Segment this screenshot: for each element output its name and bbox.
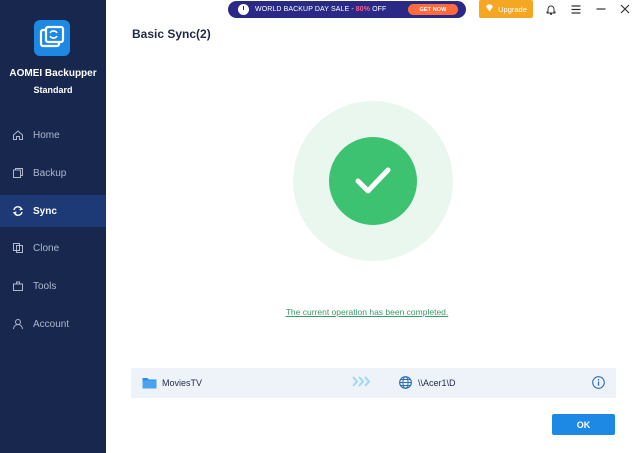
sync-icon	[12, 205, 24, 217]
diamond-icon	[485, 4, 494, 14]
app-edition: Standard	[33, 85, 73, 95]
promo-text: WORLD BACKUP DAY SALE -	[255, 6, 354, 13]
sidebar-item-label: Sync	[33, 205, 57, 217]
promo-text-end: OFF	[372, 6, 387, 13]
sidebar-item-label: Account	[33, 318, 70, 330]
account-icon	[12, 318, 24, 330]
promo-banner[interactable]: WORLD BACKUP DAY SALE - 80% OFF GET NOW	[228, 1, 466, 18]
clock-icon	[238, 4, 249, 15]
upgrade-label: Upgrade	[498, 4, 527, 14]
info-icon[interactable]	[592, 376, 605, 394]
sidebar-item-label: Backup	[33, 167, 67, 179]
sidebar-item-label: Tools	[33, 280, 57, 292]
promo-discount: 80%	[355, 6, 371, 13]
home-icon	[12, 129, 24, 141]
direction-arrows-icon	[352, 376, 372, 390]
sidebar-item-label: Clone	[33, 242, 60, 254]
close-icon[interactable]	[619, 3, 631, 15]
sidebar-item-clone[interactable]: Clone	[0, 232, 106, 264]
app-name: AOMEI Backupper	[9, 68, 97, 79]
sidebar-item-account[interactable]: Account	[0, 308, 106, 340]
menu-icon[interactable]	[570, 3, 582, 15]
tools-icon	[12, 280, 24, 292]
ok-button[interactable]: OK	[552, 414, 615, 435]
page-title: Basic Sync(2)	[132, 27, 211, 41]
backup-icon	[12, 167, 24, 179]
sidebar-item-sync[interactable]: Sync	[0, 195, 106, 227]
sidebar-item-backup[interactable]: Backup	[0, 157, 106, 189]
sync-destination: \\Acer1\D	[418, 378, 456, 388]
sidebar-item-label: Home	[33, 129, 60, 141]
status-message[interactable]: The current operation has been completed…	[240, 307, 494, 317]
app-logo	[34, 20, 70, 56]
minimize-icon[interactable]	[595, 3, 607, 15]
bell-icon[interactable]	[545, 3, 557, 15]
folder-icon	[142, 376, 157, 394]
clone-icon	[12, 242, 24, 254]
sidebar-item-tools[interactable]: Tools	[0, 270, 106, 302]
upgrade-button[interactable]: Upgrade	[479, 0, 533, 18]
network-globe-icon	[399, 376, 412, 394]
sync-source: MoviesTV	[162, 378, 203, 388]
get-now-button[interactable]: GET NOW	[408, 4, 458, 15]
success-check-icon	[329, 137, 417, 225]
sidebar-item-home[interactable]: Home	[0, 119, 106, 151]
sync-task-row: MoviesTV \\Acer1\D	[131, 368, 616, 398]
sidebar: AOMEI Backupper Standard Home Backup Syn…	[0, 0, 106, 453]
